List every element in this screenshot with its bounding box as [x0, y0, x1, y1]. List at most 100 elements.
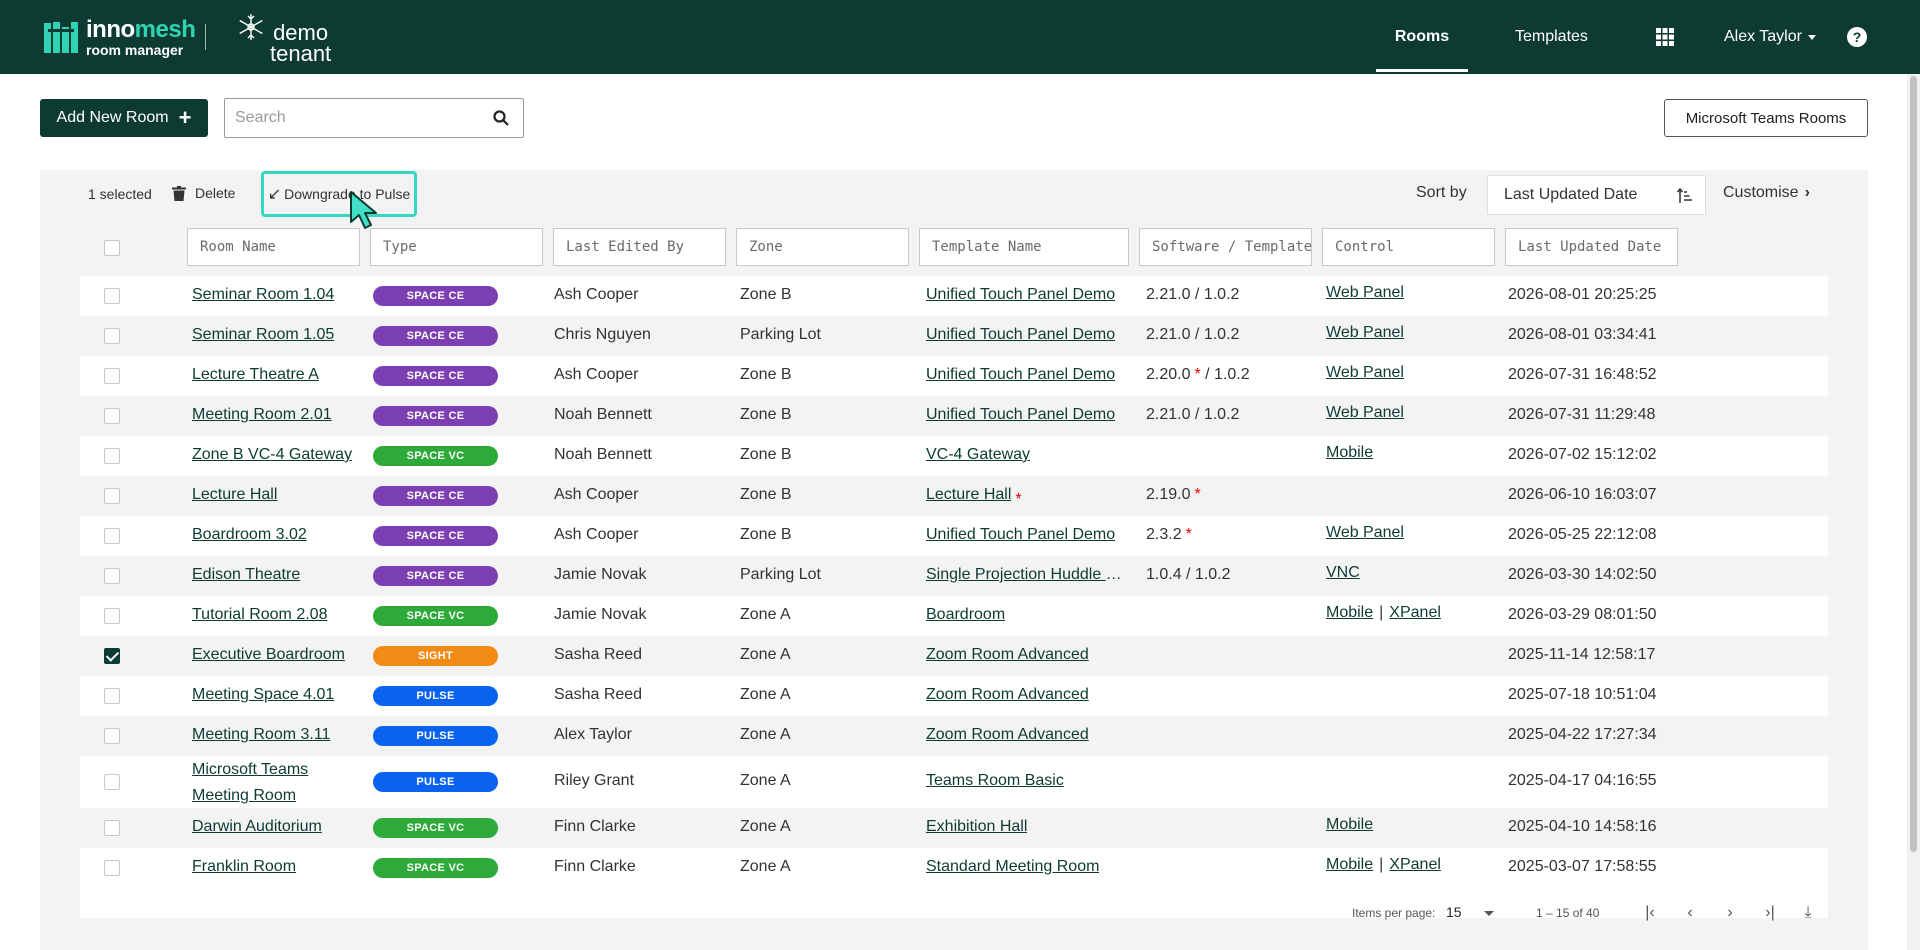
- table-row[interactable]: Meeting Space 4.01 PULSE Sasha Reed Zone A Z…: [80, 676, 1828, 716]
- template-link[interactable]: Unified Touch Panel Demo: [926, 406, 1115, 424]
- control-link[interactable]: Mobile: [1326, 816, 1373, 833]
- filter-type[interactable]: Type: [370, 228, 543, 266]
- template-link[interactable]: Zoom Room Advanced: [926, 646, 1089, 664]
- row-checkbox[interactable]: [104, 528, 120, 544]
- room-name-link[interactable]: Edison Theatre: [192, 566, 300, 584]
- table-row[interactable]: Boardroom 3.02 SPACE CE Ash Cooper Zone B Un…: [80, 516, 1828, 556]
- room-name-link[interactable]: Darwin Auditorium: [192, 818, 322, 836]
- control-link[interactable]: Web Panel: [1326, 364, 1404, 381]
- table-row[interactable]: Meeting Room 2.01 SPACE CE Noah Bennett Zon…: [80, 396, 1828, 436]
- microsoft-teams-rooms-button[interactable]: Microsoft Teams Rooms: [1664, 99, 1868, 137]
- delete-button[interactable]: Delete: [172, 185, 235, 201]
- room-name-link[interactable]: Meeting Room 3.11: [192, 726, 330, 744]
- row-checkbox[interactable]: [104, 448, 120, 464]
- room-name-link[interactable]: Boardroom 3.02: [192, 526, 307, 544]
- filter-control[interactable]: Control: [1322, 228, 1495, 266]
- previous-page-icon[interactable]: ‹: [1680, 903, 1700, 923]
- caret-down-icon[interactable]: [1484, 911, 1494, 916]
- filter-last-updated-date[interactable]: Last Updated Date: [1505, 228, 1678, 266]
- room-name-link[interactable]: Franklin Room: [192, 858, 296, 876]
- scrollbar-thumb[interactable]: [1910, 76, 1917, 852]
- page-scrollbar[interactable]: [1907, 74, 1920, 950]
- template-link[interactable]: Unified Touch Panel Demo: [926, 526, 1115, 544]
- row-checkbox[interactable]: [104, 368, 120, 384]
- control-link[interactable]: XPanel: [1389, 856, 1441, 873]
- room-name-link[interactable]: Zone B VC-4 Gateway: [192, 446, 352, 464]
- template-link[interactable]: Standard Meeting Room: [926, 858, 1099, 876]
- room-name-link[interactable]: Seminar Room 1.05: [192, 326, 334, 344]
- control-link[interactable]: VNC: [1326, 564, 1360, 581]
- room-name-link[interactable]: Seminar Room 1.04: [192, 286, 334, 304]
- user-menu[interactable]: Alex Taylor: [1724, 0, 1816, 74]
- table-row[interactable]: Seminar Room 1.04 SPACE CE Ash Cooper Zone …: [80, 276, 1828, 316]
- table-row[interactable]: Tutorial Room 2.08 SPACE VC Jamie Novak Zon…: [80, 596, 1828, 636]
- row-checkbox[interactable]: [104, 488, 120, 504]
- table-row[interactable]: Franklin Room SPACE VC Finn Clarke Zone A St…: [80, 848, 1828, 888]
- search-input[interactable]: [225, 99, 475, 137]
- last-page-icon[interactable]: ›|: [1760, 903, 1780, 923]
- template-link[interactable]: Exhibition Hall: [926, 818, 1027, 836]
- row-checkbox[interactable]: [104, 568, 120, 584]
- room-name-link[interactable]: Lecture Hall: [192, 486, 277, 504]
- apps-grid-icon[interactable]: [1656, 0, 1674, 74]
- row-checkbox[interactable]: [104, 328, 120, 344]
- filter-zone[interactable]: Zone: [736, 228, 909, 266]
- innomesh-logo[interactable]: innomesh room manager: [44, 16, 196, 58]
- downgrade-to-pulse-button[interactable]: ↙ Downgrade to Pulse: [261, 171, 417, 217]
- template-link[interactable]: Zoom Room Advanced: [926, 686, 1089, 704]
- next-page-icon[interactable]: ›: [1720, 903, 1740, 923]
- room-name-link[interactable]: Meeting Room 2.01: [192, 406, 332, 424]
- template-link[interactable]: VC-4 Gateway: [926, 446, 1030, 464]
- template-link[interactable]: Teams Room Basic: [926, 772, 1064, 790]
- control-link[interactable]: Mobile: [1326, 604, 1373, 621]
- nav-templates[interactable]: Templates: [1515, 0, 1588, 74]
- filter-last-edited-by[interactable]: Last Edited By: [553, 228, 726, 266]
- table-row[interactable]: Zone B VC-4 Gateway SPACE VC Noah Bennett Z…: [80, 436, 1828, 476]
- items-per-page-select[interactable]: 15: [1446, 904, 1462, 920]
- control-link[interactable]: Web Panel: [1326, 284, 1404, 301]
- control-link[interactable]: Web Panel: [1326, 404, 1404, 421]
- template-link[interactable]: Lecture Hall: [926, 486, 1011, 504]
- filter-room-name[interactable]: Room Name: [187, 228, 360, 266]
- room-name-link[interactable]: Tutorial Room 2.08: [192, 606, 327, 624]
- row-checkbox[interactable]: [104, 728, 120, 744]
- add-new-room-button[interactable]: Add New Room +: [40, 99, 208, 137]
- table-row[interactable]: Meeting Room 3.11 PULSE Alex Taylor Zone A Z…: [80, 716, 1828, 756]
- room-name-link[interactable]: Microsoft Teams Meeting Room: [192, 757, 322, 809]
- help-button[interactable]: ?: [1847, 0, 1867, 74]
- room-name-link[interactable]: Meeting Space 4.01: [192, 686, 334, 704]
- room-name-link[interactable]: Lecture Theatre A: [192, 366, 319, 384]
- search-icon[interactable]: [493, 110, 509, 126]
- row-checkbox[interactable]: [104, 688, 120, 704]
- row-checkbox[interactable]: [104, 820, 120, 836]
- control-link[interactable]: XPanel: [1389, 604, 1441, 621]
- sort-ascending-icon[interactable]: [1677, 188, 1693, 204]
- template-link[interactable]: Unified Touch Panel Demo: [926, 326, 1115, 344]
- template-link[interactable]: Single Projection Huddle S...: [926, 566, 1124, 584]
- table-row[interactable]: Executive Boardroom SIGHT Sasha Reed Zone A…: [80, 636, 1828, 676]
- table-row[interactable]: Lecture Hall SPACE CE Ash Cooper Zone B Lect…: [80, 476, 1828, 516]
- table-row[interactable]: Microsoft Teams Meeting Room PULSE Riley G…: [80, 756, 1828, 808]
- sort-select[interactable]: Last Updated Date: [1487, 175, 1706, 215]
- row-checkbox[interactable]: [104, 408, 120, 424]
- table-row[interactable]: Seminar Room 1.05 SPACE CE Chris Nguyen Par…: [80, 316, 1828, 356]
- control-link[interactable]: Web Panel: [1326, 524, 1404, 541]
- template-link[interactable]: Zoom Room Advanced: [926, 726, 1089, 744]
- room-name-link[interactable]: Executive Boardroom: [192, 646, 345, 664]
- select-all-checkbox[interactable]: [104, 240, 120, 256]
- customise-button[interactable]: Customise ›: [1723, 184, 1810, 202]
- table-row[interactable]: Lecture Theatre A SPACE CE Ash Cooper Zone …: [80, 356, 1828, 396]
- control-link[interactable]: Mobile: [1326, 856, 1373, 873]
- filter-software[interactable]: Software / Template: [1139, 228, 1312, 266]
- download-icon[interactable]: ⤓: [1798, 903, 1818, 923]
- table-row[interactable]: Edison Theatre SPACE CE Jamie Novak Parking…: [80, 556, 1828, 596]
- filter-template-name[interactable]: Template Name: [919, 228, 1129, 266]
- row-checkbox[interactable]: [104, 860, 120, 876]
- control-link[interactable]: Web Panel: [1326, 324, 1404, 341]
- table-row[interactable]: Darwin Auditorium SPACE VC Finn Clarke Zone…: [80, 808, 1828, 848]
- template-link[interactable]: Boardroom: [926, 606, 1005, 624]
- control-link[interactable]: Mobile: [1326, 444, 1373, 461]
- row-checkbox[interactable]: [104, 608, 120, 624]
- row-checkbox[interactable]: [104, 648, 120, 664]
- row-checkbox[interactable]: [104, 774, 120, 790]
